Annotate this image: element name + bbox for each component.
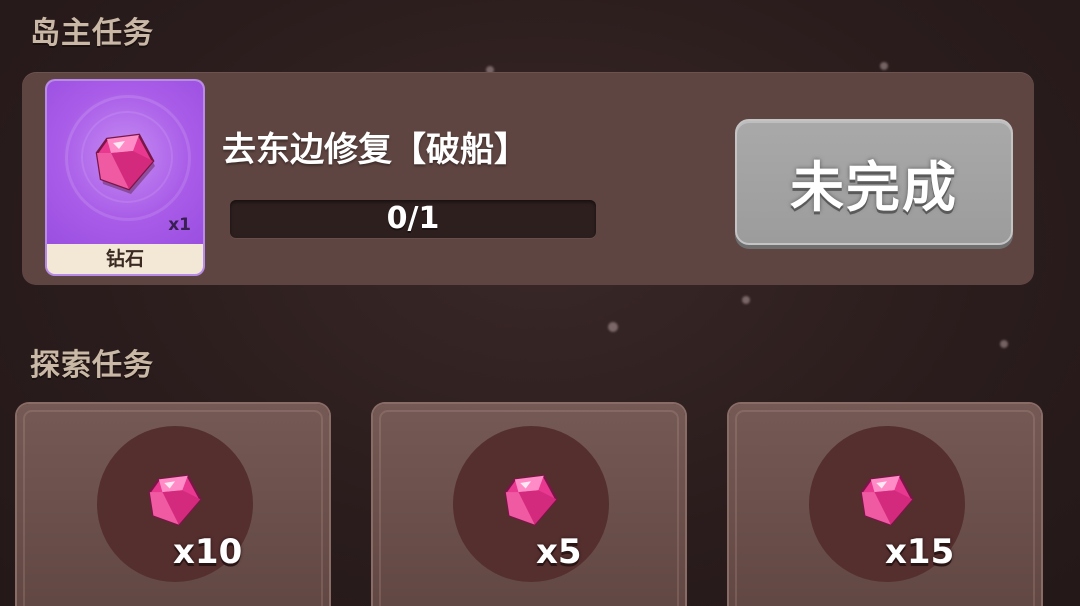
diamond-icon (95, 133, 155, 194)
diamond-icon (860, 474, 914, 526)
reward-quantity: x10 (173, 532, 243, 572)
sparkle-decoration (880, 62, 888, 70)
section-title-text: 探索任务 (30, 348, 154, 383)
diamond-icon (148, 474, 202, 526)
task-progress-bar: 0/1 (230, 200, 596, 238)
sparkle-decoration (1000, 340, 1008, 348)
section-title-text: 岛主任务 (30, 16, 154, 51)
island-task-card: x1 钻石 去东边修复【破船】 0/1 未完成 (22, 72, 1034, 285)
section-title-island-master: 岛主任务 (28, 8, 160, 52)
reward-quantity: x5 (536, 532, 582, 572)
sparkle-decoration (742, 296, 750, 304)
sparkle-decoration (608, 322, 618, 332)
task-title: 去东边修复【破船】 (222, 130, 528, 170)
exploration-task-card[interactable]: x15 (729, 404, 1041, 606)
reward-slot[interactable]: x1 钻石 (47, 81, 203, 274)
exploration-task-card[interactable]: x10 (17, 404, 329, 606)
reward-name: 钻石 (105, 248, 144, 270)
reward-quantity: x15 (885, 532, 955, 572)
game-screen: 岛主任务 x1 钻石 去东边修复【破船】 0/1 未完成 探索任务 x10 x5… (0, 0, 1080, 606)
diamond-icon (504, 474, 558, 526)
exploration-task-card[interactable]: x5 (373, 404, 685, 606)
incomplete-status-button[interactable]: 未完成 (735, 119, 1013, 245)
section-title-exploration: 探索任务 (28, 340, 160, 384)
progress-text: 0/1 (386, 201, 440, 236)
reward-background: x1 (47, 81, 203, 244)
reward-quantity: x1 (168, 215, 191, 235)
